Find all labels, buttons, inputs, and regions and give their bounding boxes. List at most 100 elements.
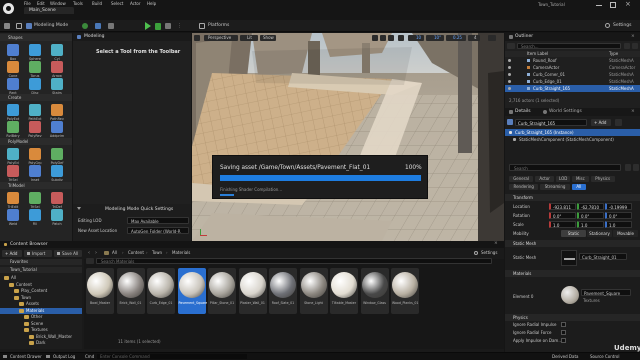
physics-checkbox[interactable] [561, 330, 566, 335]
editing-lod-dropdown[interactable]: Max Available [127, 217, 189, 224]
minimize-icon[interactable] [596, 5, 602, 6]
tool-arrow-icon[interactable] [51, 61, 63, 73]
tool-fill-icon[interactable] [29, 209, 41, 221]
world-local-icon[interactable] [398, 35, 404, 41]
component-row[interactable]: StaticMeshComponent (StaticMeshComponent… [505, 136, 640, 143]
world-settings-tab[interactable]: World Settings [549, 109, 582, 115]
physics-checkbox[interactable] [561, 338, 566, 343]
gear-icon[interactable] [605, 23, 610, 28]
filter-tab-lod[interactable]: LOD [556, 176, 571, 182]
transform-location-field[interactable]: -62.7810 [577, 203, 604, 210]
tool-polygrp-icon[interactable] [29, 148, 41, 160]
asset-search-input[interactable]: Search Materials [96, 258, 492, 264]
tool-cyl-icon[interactable] [51, 44, 63, 56]
step-icon[interactable] [155, 22, 161, 30]
menu-actor[interactable]: Actor [130, 2, 141, 6]
transform-location-field[interactable]: -923.811 [549, 203, 576, 210]
menu-file[interactable]: File [24, 2, 31, 6]
outliner-row[interactable]: Curb_Corner_01 StaticMeshA [505, 71, 640, 78]
stop-icon[interactable] [165, 23, 171, 29]
folder-tree-item[interactable]: Town [0, 295, 82, 301]
transform-rotation-field[interactable]: 0.0° [577, 212, 604, 219]
tool-inset-icon[interactable] [29, 165, 41, 177]
property-matrix-icon[interactable] [625, 164, 631, 171]
asset-tile[interactable]: Wood_Planks_01 [391, 268, 419, 314]
details-settings-icon[interactable] [633, 164, 639, 171]
component-instance-row[interactable]: Curb_Straight_165 (Instance) [505, 129, 640, 136]
add-component-button[interactable]: + Add [591, 119, 611, 126]
tool-torus-icon[interactable] [29, 61, 41, 73]
outliner-close-icon[interactable]: × [631, 34, 635, 40]
material-dropdown[interactable]: Pavement_Square [581, 289, 631, 296]
outliner-row[interactable]: Curb_Straight_165 StaticMeshA [505, 85, 640, 92]
blueprint-icon[interactable] [95, 23, 101, 29]
asset-tile[interactable]: Tiltable_Master [330, 268, 358, 314]
mode-selector[interactable]: Modeling Mode [34, 23, 68, 29]
grid-snap-button[interactable]: 10 [408, 35, 424, 41]
play-icon[interactable] [145, 22, 151, 30]
platforms-icon[interactable] [199, 23, 205, 29]
section-header-trimodel[interactable]: TriModel [0, 182, 72, 189]
tool-polyext-icon[interactable] [7, 104, 19, 116]
visibility-eye-icon[interactable] [508, 73, 511, 76]
tool-weld-icon[interactable] [7, 209, 19, 221]
menu-help[interactable]: Help [147, 2, 156, 6]
tool-addprim-icon[interactable] [51, 121, 63, 133]
outliner-add-icon[interactable] [507, 43, 515, 49]
level-viewport[interactable]: Perspective Lit Show 10 10° 0.25 4 Savin… [192, 33, 504, 241]
outliner-filter-icon[interactable] [624, 43, 630, 49]
tool-trisel-icon[interactable] [29, 192, 41, 204]
modeling-tab[interactable]: Modeling [84, 34, 104, 40]
modeling-mode-icon[interactable] [26, 23, 32, 29]
transform-rotation-field[interactable]: 0.0° [605, 212, 632, 219]
details-search-input[interactable]: Search [509, 164, 621, 171]
folder-tree-item[interactable]: All [0, 275, 82, 281]
asset-tile[interactable]: Bowl_Master [86, 268, 114, 314]
mobility-static-button[interactable]: Static [561, 230, 586, 237]
more-play-options-icon[interactable]: ⋮ [177, 23, 182, 29]
menu-tools[interactable]: Tools [73, 2, 83, 6]
platforms-button[interactable]: Platforms [208, 23, 229, 29]
level-tab[interactable]: Main_Scene [24, 7, 74, 14]
save-all-button[interactable]: Save All [54, 250, 82, 257]
asset-tile[interactable]: Curb_Edge_01 [147, 268, 175, 314]
outliner-tab[interactable]: Outliner [515, 34, 533, 40]
tool-polydef-icon[interactable] [51, 148, 63, 160]
section-header-shapes[interactable]: Shapes [0, 34, 72, 41]
filter-tab-all[interactable]: All [571, 184, 586, 190]
content-browser-settings[interactable]: Settings [481, 251, 497, 255]
visibility-eye-icon[interactable] [508, 87, 511, 90]
source-control-button[interactable]: Source Control [590, 354, 619, 359]
tool-polyed-icon[interactable] [7, 148, 19, 160]
forward-icon[interactable]: › [95, 250, 97, 256]
quick-settings-chevron-icon[interactable] [77, 207, 81, 210]
tool-stairs-icon[interactable] [51, 78, 63, 90]
materials-section-header[interactable]: Materials [505, 270, 640, 277]
outliner-row[interactable]: Curb_Edge_01 StaticMeshA [505, 78, 640, 85]
transform-section-header[interactable]: Transform [505, 194, 640, 201]
outliner-row[interactable]: Round_Roof StaticMeshA [505, 57, 640, 64]
folder-tree-item[interactable]: Assets [0, 301, 82, 307]
tool-subdiv-icon[interactable] [51, 165, 63, 177]
details-close-icon[interactable]: × [631, 109, 635, 115]
folder-tree-item[interactable]: Play_Content [0, 288, 82, 294]
filter-tab-physics[interactable]: Physics [590, 176, 615, 182]
static-mesh-dropdown[interactable]: Curb_Straight_01 [579, 253, 627, 260]
blueprint-convert-icon[interactable] [615, 119, 622, 126]
transform-location-field[interactable]: -0.19999 [605, 203, 632, 210]
tool-disc-icon[interactable] [29, 78, 41, 90]
menu-build[interactable]: Build [92, 2, 102, 6]
tool-polyrev-icon[interactable] [29, 121, 41, 133]
tool-cone-icon[interactable] [7, 61, 19, 73]
breadcrumb-town[interactable]: Town [152, 251, 162, 255]
import-button[interactable]: Import [24, 250, 52, 257]
content-drawer-button[interactable]: Content Drawer [10, 354, 42, 359]
perspective-button[interactable]: Perspective [204, 35, 238, 41]
asset-tile[interactable]: Window_Glass [360, 268, 389, 314]
close-icon[interactable]: × [625, 1, 631, 8]
outliner-row[interactable]: CameraActor CameraActor [505, 64, 640, 71]
asset-tile[interactable]: Pavement_Square [177, 268, 207, 314]
tool-box-icon[interactable] [7, 44, 19, 56]
content-browser-tab[interactable]: Content Browser [10, 242, 48, 248]
asset-tile[interactable]: Stone_Light [299, 268, 328, 314]
